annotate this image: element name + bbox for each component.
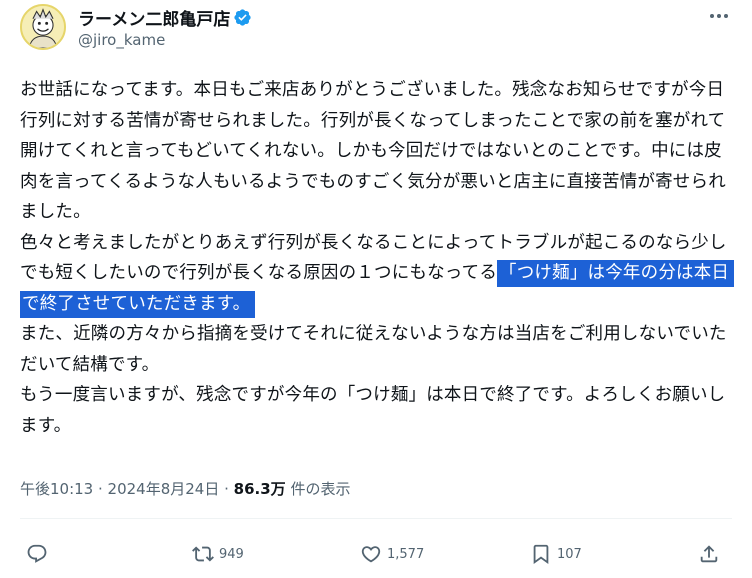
- share-icon: [700, 545, 718, 563]
- divider: [20, 518, 732, 519]
- reply-icon: [27, 544, 47, 563]
- like-button[interactable]: 1,577: [360, 536, 424, 572]
- heart-icon: [361, 546, 381, 563]
- meta-separator: ·: [219, 480, 234, 498]
- view-count-label: 件の表示: [285, 480, 351, 498]
- tweet-meta: 午後10:13 · 2024年8月24日 · 86.3万 件の表示: [20, 478, 350, 499]
- view-count: 86.3万: [233, 480, 286, 498]
- action-bar: 949 1,577 107: [20, 536, 732, 572]
- tweet-date[interactable]: 2024年8月24日: [108, 480, 220, 498]
- retweet-button[interactable]: 949: [192, 536, 244, 572]
- tweet-text: お世話になってます。本日もご来店ありがとうございました。残念なお知らせですが今日…: [20, 75, 735, 441]
- tweet-time[interactable]: 午後10:13: [20, 480, 93, 498]
- reply-button[interactable]: [26, 536, 48, 572]
- avatar-illustration: [22, 6, 64, 48]
- bookmark-icon: [533, 544, 549, 565]
- tweet-text-part: お世話になってます。本日もご来店ありがとうございました。残念なお知らせですが今日…: [20, 80, 727, 283]
- avatar[interactable]: [20, 4, 66, 50]
- tweet-header: ラーメン二郎亀戸店 @jiro_kame: [20, 0, 732, 66]
- more-options-icon[interactable]: [708, 9, 730, 23]
- like-count: 1,577: [387, 546, 425, 562]
- verified-badge-icon: [234, 8, 251, 26]
- bookmark-count: 107: [557, 546, 582, 562]
- tweet-text-part: また、近隣の方々から指摘を受けてそれに従えないような方は当店をご利用しないでいた…: [20, 324, 727, 436]
- meta-separator: ·: [93, 480, 108, 498]
- retweet-count: 949: [219, 546, 244, 562]
- author-display-name[interactable]: ラーメン二郎亀戸店: [78, 5, 230, 30]
- bookmark-button[interactable]: 107: [530, 536, 582, 572]
- share-button[interactable]: [698, 536, 720, 572]
- author-handle[interactable]: @jiro_kame: [78, 31, 165, 49]
- retweet-icon: [192, 546, 214, 562]
